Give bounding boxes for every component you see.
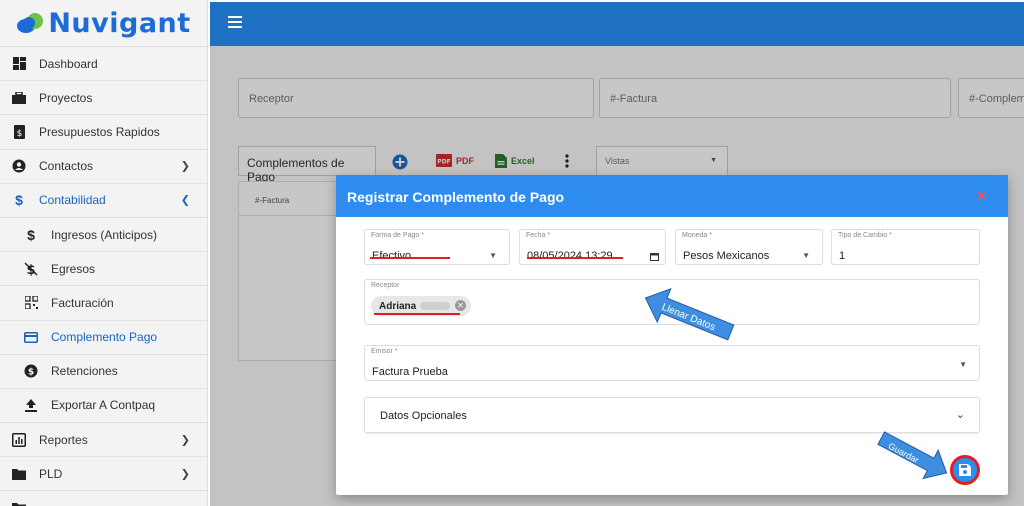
guardar-annotation: Guardar — [873, 430, 953, 483]
sidebar-item-label: Egresos — [51, 261, 96, 276]
chevron-right-icon: ❯ — [180, 160, 190, 173]
sidebar-item-label: Exportar A Contpaq — [51, 398, 156, 413]
dollar-icon: $ — [27, 226, 35, 243]
sidebar-item-label: Contabilidad — [39, 193, 106, 208]
save-button[interactable] — [950, 455, 980, 485]
emisor-value: Factura Prueba — [372, 366, 448, 378]
accordion-label: Datos Opcionales — [380, 410, 467, 422]
sidebar-item-label: Retenciones — [51, 364, 118, 379]
svg-text:$: $ — [16, 129, 22, 139]
briefcase-icon — [10, 89, 28, 107]
chevron-right-icon: ❯ — [180, 434, 190, 447]
tipo-cambio-value: 1 — [839, 250, 846, 262]
chart-icon — [10, 431, 28, 449]
fecha-label: Fecha * — [526, 232, 551, 239]
redacted-text — [420, 302, 451, 310]
dollar-off-icon: $ — [22, 260, 40, 278]
sidebar-item-label: Complemento Pago — [51, 330, 158, 345]
credit-card-icon — [22, 328, 40, 346]
logo[interactable]: Nuvigant — [0, 0, 207, 46]
forma-pago-value: Efectivo — [372, 250, 412, 262]
remove-chip-icon[interactable]: ✕ — [455, 300, 466, 311]
sidebar-item-reportes[interactable]: Reportes ❯ — [0, 422, 207, 456]
sidebar-item-presupuestos[interactable]: $ Presupuestos Rapidos — [0, 114, 207, 148]
llenar-datos-annotation: Llenar Datos — [640, 287, 740, 347]
fecha-input[interactable]: Fecha * 08/05/2024 13:29 — [519, 229, 666, 265]
save-icon — [959, 464, 971, 476]
moneda-label: Moneda * — [682, 232, 712, 239]
forma-pago-label: Forma de Pago * — [371, 232, 424, 239]
cloud-icon — [17, 13, 44, 33]
sidebar-item-label: Contactos — [39, 159, 94, 174]
chevron-down-icon: ❮ — [180, 194, 190, 207]
moneda-select[interactable]: Moneda * Pesos Mexicanos ▼ — [675, 229, 823, 265]
receptor-label: Receptor — [371, 282, 400, 289]
sidebar-item-label: Dashboard — [39, 56, 98, 71]
modal-header: Registrar Complemento de Pago ✕ — [336, 175, 1008, 217]
brand-name: Nuvigant — [48, 7, 191, 39]
chip-label: Adriana — [379, 300, 417, 312]
sidebar-item-contabilidad[interactable]: $ Contabilidad ❮ — [0, 182, 207, 217]
sidebar-item-label: Facturación — [51, 295, 114, 310]
tipo-cambio-label: Tipo de Cambio * — [838, 232, 892, 239]
chevron-down-icon: ⌄ — [955, 409, 965, 421]
coin-icon: $ — [22, 362, 40, 380]
sidebar-item-complemento-pago[interactable]: Complemento Pago — [0, 319, 207, 354]
sidebar: Nuvigant Dashboard Proyectos $ Presupues… — [0, 0, 208, 506]
sidebar-item-pld[interactable]: PLD ❯ — [0, 456, 207, 490]
sidebar-item-dashboard[interactable]: Dashboard — [0, 46, 207, 80]
moneda-value: Pesos Mexicanos — [683, 250, 770, 262]
sidebar-item-egresos[interactable]: $ Egresos — [0, 251, 207, 285]
folder-icon — [10, 465, 28, 483]
contacts-icon — [10, 157, 28, 175]
highlight-underline — [374, 313, 460, 315]
sidebar-item-ingresos[interactable]: $ Ingresos (Anticipos) — [0, 216, 207, 251]
fecha-value: 08/05/2024 13:29 — [527, 250, 613, 262]
document-dollar-icon: $ — [10, 123, 28, 141]
modal-title: Registrar Complemento de Pago — [347, 189, 565, 205]
emisor-label: Emisor * — [371, 348, 398, 355]
forma-pago-select[interactable]: Forma de Pago * Efectivo ▼ — [364, 229, 510, 265]
sidebar-item-facturacion[interactable]: Facturación — [0, 285, 207, 319]
sidebar-item-label: PLD — [39, 466, 63, 481]
top-app-bar — [210, 2, 1024, 46]
sidebar-item-label: Presupuestos Rapidos — [39, 124, 160, 139]
datos-opcionales-accordion[interactable]: Datos Opcionales ⌄ — [364, 397, 980, 433]
qr-icon — [22, 294, 40, 312]
menu-icon[interactable] — [228, 16, 242, 28]
tipo-cambio-input[interactable]: Tipo de Cambio * 1 — [831, 229, 980, 265]
caret-down-icon: ▼ — [802, 251, 810, 260]
sidebar-item-exportar[interactable]: Exportar A Contpaq — [0, 387, 207, 422]
svg-text:$: $ — [28, 368, 34, 378]
caret-down-icon: ▼ — [489, 251, 497, 260]
folder-icon — [10, 499, 28, 506]
calendar-icon[interactable] — [650, 250, 659, 264]
sidebar-item-label: Ingresos (Anticipos) — [51, 227, 158, 242]
sidebar-item-retenciones[interactable]: $ Retenciones — [0, 353, 207, 388]
sidebar-item-proyectos[interactable]: Proyectos — [0, 80, 207, 114]
dashboard-icon — [10, 55, 28, 73]
emisor-select[interactable]: Emisor * Factura Prueba ▼ — [364, 345, 980, 381]
dollar-icon: $ — [15, 192, 23, 209]
highlight-underline — [527, 257, 623, 259]
sidebar-item-label: Proyectos — [39, 90, 93, 105]
sidebar-item-label: Reportes — [39, 432, 88, 447]
chevron-right-icon: ❯ — [180, 468, 190, 481]
upload-icon — [22, 396, 40, 414]
close-icon[interactable]: ✕ — [975, 187, 988, 205]
caret-down-icon: ▼ — [959, 360, 967, 369]
highlight-underline — [370, 257, 450, 259]
sidebar-item-contactos[interactable]: Contactos ❯ — [0, 148, 207, 183]
sidebar-item-more[interactable] — [0, 490, 207, 506]
